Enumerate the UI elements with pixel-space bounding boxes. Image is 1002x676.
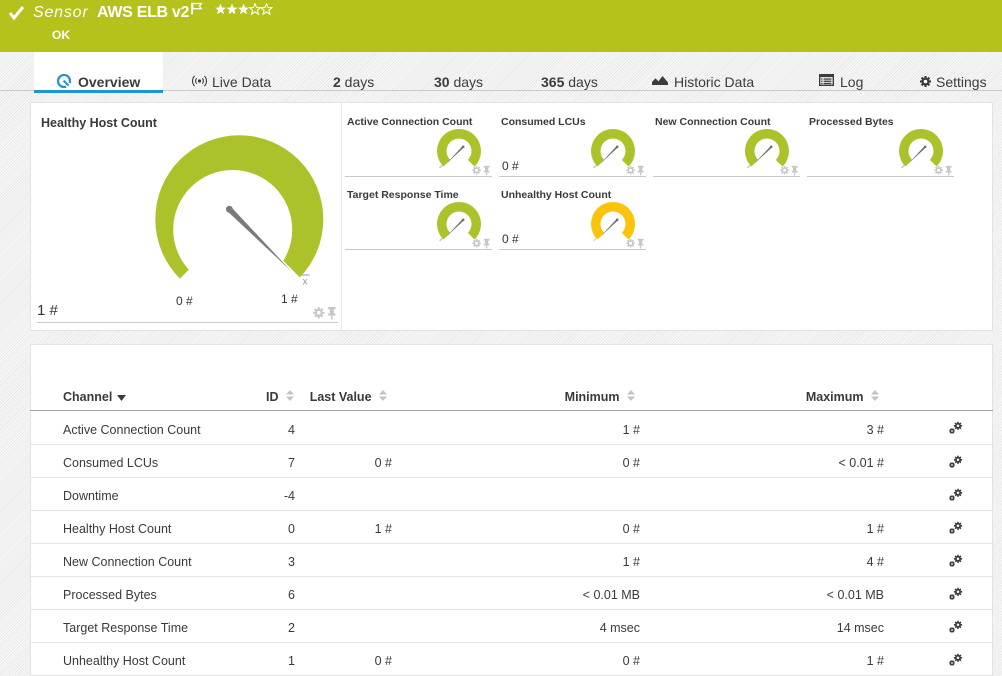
svg-text:x: x [303,276,309,288]
